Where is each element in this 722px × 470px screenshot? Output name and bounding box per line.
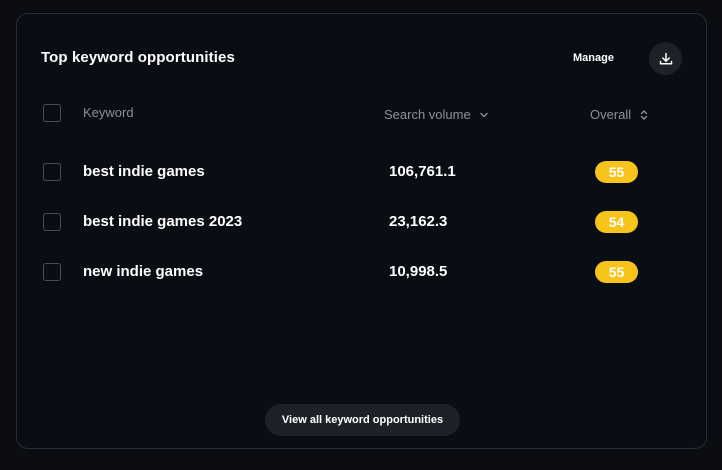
view-all-button[interactable]: View all keyword opportunities bbox=[265, 404, 460, 436]
search-volume-cell: 10,998.5 bbox=[389, 263, 448, 280]
download-button[interactable] bbox=[649, 42, 682, 75]
column-header-search-volume[interactable]: Search volume bbox=[384, 107, 489, 123]
overall-score-badge: 54 bbox=[595, 211, 638, 233]
keyword-cell[interactable]: best indie games bbox=[83, 163, 205, 181]
column-header-overall[interactable]: Overall bbox=[590, 107, 649, 123]
search-volume-cell: 23,162.3 bbox=[389, 213, 448, 230]
chevron-down-icon bbox=[479, 110, 489, 120]
search-volume-cell: 106,761.1 bbox=[389, 163, 456, 180]
column-header-search-volume-label: Search volume bbox=[384, 107, 471, 122]
row-checkbox[interactable] bbox=[43, 263, 61, 281]
overall-score-badge: 55 bbox=[595, 261, 638, 283]
column-header-overall-label: Overall bbox=[590, 107, 632, 122]
row-checkbox[interactable] bbox=[43, 213, 61, 231]
keyword-cell[interactable]: best indie games 2023 bbox=[83, 213, 242, 231]
manage-button[interactable]: Manage bbox=[573, 50, 614, 66]
select-all-checkbox[interactable] bbox=[43, 104, 61, 122]
row-checkbox[interactable] bbox=[43, 163, 61, 181]
sort-icon bbox=[639, 109, 649, 121]
column-header-keyword-label: Keyword bbox=[83, 105, 134, 120]
card-title: Top keyword opportunities bbox=[41, 49, 235, 66]
download-icon bbox=[658, 51, 674, 67]
keyword-cell[interactable]: new indie games bbox=[83, 263, 203, 281]
overall-score-badge: 55 bbox=[595, 161, 638, 183]
column-header-keyword: Keyword bbox=[83, 105, 134, 121]
keyword-opportunities-card: Top keyword opportunities Manage Keyword… bbox=[16, 13, 707, 449]
